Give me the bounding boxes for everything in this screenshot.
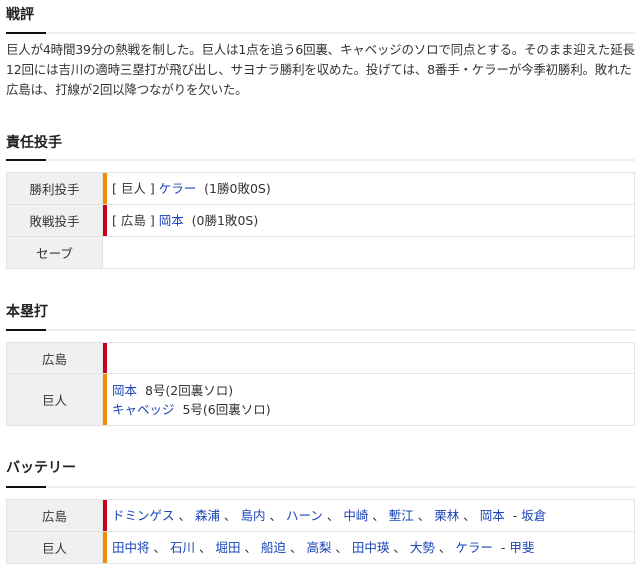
hr-detail: 5号(6回裏ソロ)	[182, 401, 271, 417]
pitcher-link[interactable]: 石川	[170, 540, 195, 555]
divider	[6, 159, 635, 161]
team-label: [ 巨人 ]	[112, 181, 155, 196]
catcher-link[interactable]: 甲斐	[509, 540, 534, 555]
catcher-link[interactable]: 坂倉	[521, 508, 546, 523]
divider	[6, 32, 635, 34]
pitcher-link[interactable]: 岡本	[480, 508, 505, 523]
separator: -	[504, 508, 522, 523]
separator: 、	[459, 508, 476, 523]
pitchers-heading: 責任投手	[6, 135, 62, 151]
separator: 、	[322, 508, 340, 523]
table-row: 広島	[6, 342, 635, 374]
pitchers-table: 勝利投手 [ 巨人 ] ケラー (1勝0敗0S) 敗戦投手 [ 広島 ] 岡本 …	[6, 172, 635, 269]
separator: 、	[331, 540, 348, 555]
divider	[6, 329, 635, 331]
table-row: 勝利投手 [ 巨人 ] ケラー (1勝0敗0S)	[6, 172, 635, 205]
team-color-bar	[103, 343, 107, 373]
separator: 、	[368, 508, 385, 523]
separator: 、	[413, 508, 431, 523]
team-label: 広島	[6, 499, 103, 532]
row-label: 勝利投手	[6, 172, 103, 205]
separator: 、	[389, 540, 406, 555]
review-text: 巨人が4時間39分の熱戦を制した。巨人は1点を追う6回裏、キャベッジのソロで同点…	[6, 42, 635, 97]
team-label: [ 広島 ]	[112, 213, 155, 228]
separator: 、	[265, 508, 282, 523]
pitcher-link[interactable]: 大勢	[410, 540, 435, 555]
table-row: 敗戦投手 [ 広島 ] 岡本 (0勝1敗0S)	[6, 204, 635, 237]
table-row: セーブ	[6, 236, 635, 269]
pitcher-link[interactable]: ケラー	[455, 540, 493, 555]
pitcher-link[interactable]: 船迫	[261, 540, 286, 555]
team-color-bar	[103, 173, 107, 204]
separator: 、	[285, 540, 303, 555]
record: (1勝0敗0S)	[204, 181, 271, 196]
pitcher-link[interactable]: 森浦	[195, 508, 220, 523]
table-row: 巨人 田中将 、 石川 、 堀田 、 船迫 、 高梨 、 田中瑛 、 大勢 、 …	[6, 531, 635, 564]
team-color-bar	[103, 374, 107, 425]
pitcher-link[interactable]: 高梨	[306, 540, 331, 555]
separator: 、	[220, 508, 237, 523]
separator: 、	[240, 540, 257, 555]
pitcher-link[interactable]: 堀田	[215, 540, 240, 555]
pitcher-link[interactable]: 島内	[240, 508, 265, 523]
separator: 、	[149, 540, 166, 555]
row-label: 敗戦投手	[6, 204, 103, 237]
player-link[interactable]: 岡本	[112, 383, 137, 398]
separator: 、	[174, 508, 191, 523]
row-label: セーブ	[6, 236, 103, 269]
separator: 、	[195, 540, 212, 555]
pitcher-link[interactable]: 栗林	[434, 508, 459, 523]
table-row: 広島 ドミンゲス 、 森浦 、 島内 、 ハーン 、 中崎 、 塹江 、 栗林 …	[6, 499, 635, 532]
player-link[interactable]: キャベッジ	[112, 402, 175, 417]
separator: 、	[434, 540, 452, 555]
team-label: 広島	[6, 342, 103, 374]
homeruns-table: 広島 巨人 岡本 8号(2回裏ソロ) キャベッジ 5号(6回裏ソロ)	[6, 342, 635, 426]
homeruns-heading: 本塁打	[6, 304, 48, 320]
separator: -	[492, 540, 510, 555]
battery-table: 広島 ドミンゲス 、 森浦 、 島内 、 ハーン 、 中崎 、 塹江 、 栗林 …	[6, 499, 635, 564]
pitcher-link[interactable]: 岡本	[159, 213, 184, 228]
team-label: 巨人	[6, 373, 103, 426]
review-heading: 戦評	[6, 7, 34, 23]
battery-heading: バッテリー	[6, 460, 76, 476]
pitcher-link[interactable]: 塹江	[389, 508, 414, 523]
pitcher-link[interactable]: ケラー	[159, 181, 197, 196]
pitcher-link[interactable]: ドミンゲス	[112, 508, 175, 523]
pitcher-link[interactable]: 中崎	[343, 508, 368, 523]
hr-detail: 8号(2回裏ソロ)	[144, 382, 234, 398]
table-row: 巨人 岡本 8号(2回裏ソロ) キャベッジ 5号(6回裏ソロ)	[6, 373, 635, 426]
divider	[6, 486, 635, 488]
team-color-bar	[103, 500, 107, 531]
pitcher-link[interactable]: ハーン	[286, 508, 323, 523]
team-color-bar	[103, 205, 107, 236]
record: (0勝1敗0S)	[191, 213, 259, 228]
pitcher-link[interactable]: 田中将	[112, 540, 150, 555]
team-label: 巨人	[6, 531, 103, 564]
pitcher-link[interactable]: 田中瑛	[352, 540, 390, 555]
team-color-bar	[103, 532, 107, 563]
